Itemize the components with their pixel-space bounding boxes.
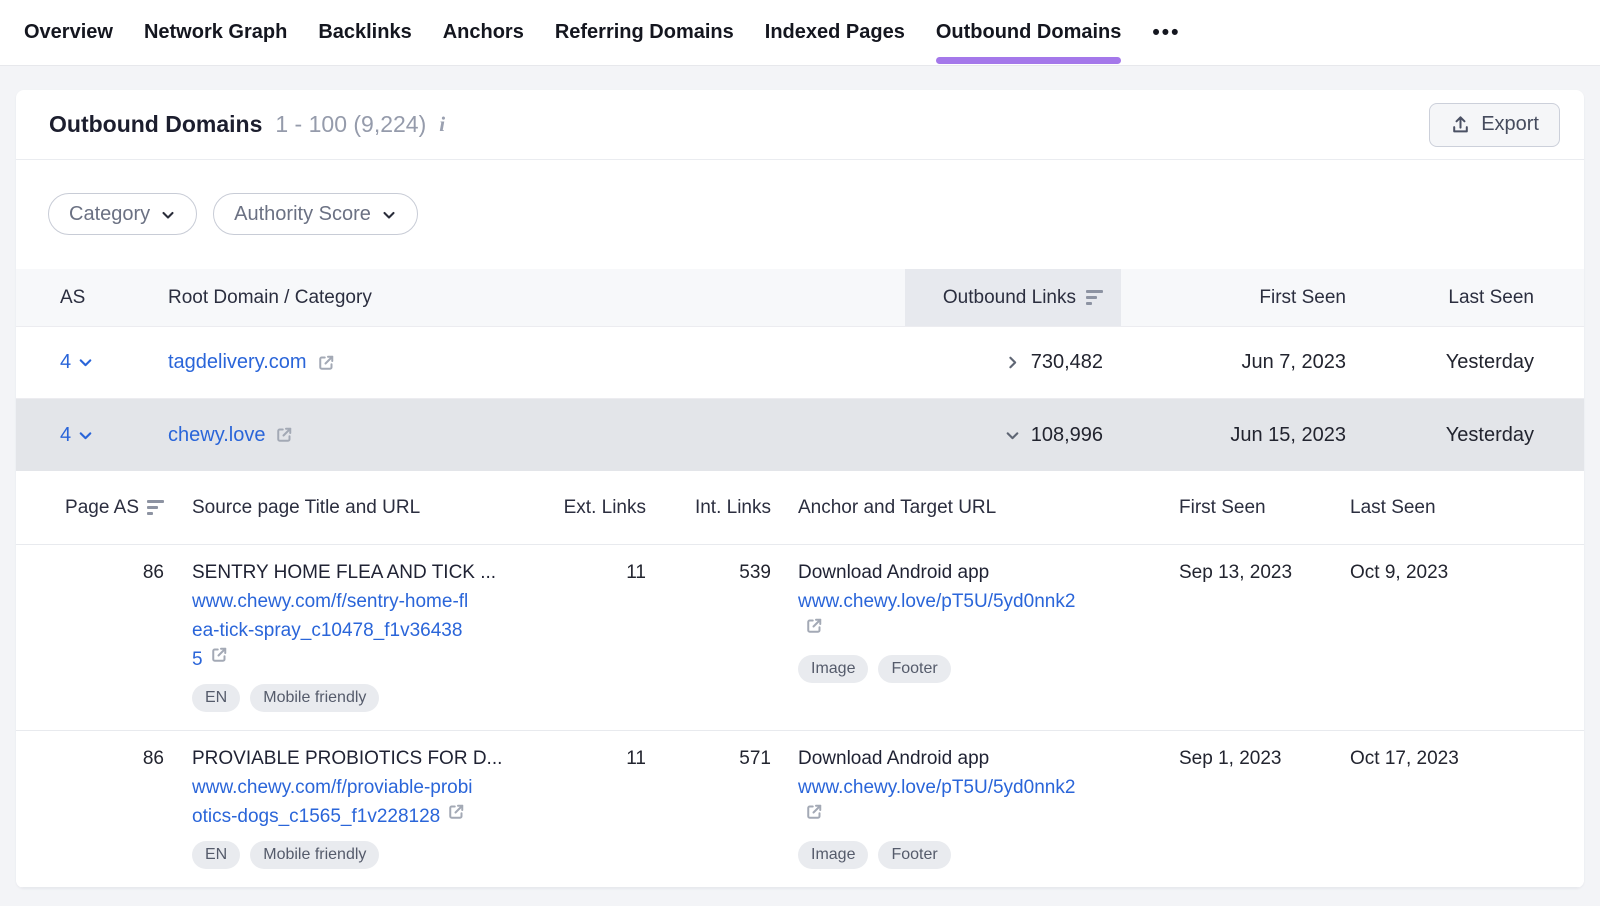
header-int-links: Int. Links (646, 497, 771, 519)
outbound-links-value: 730,482 (1031, 351, 1103, 374)
domain-row-chewy-love: 4 chewy.love 108,996 Jun 15, 2023 Yester… (16, 399, 1584, 471)
page-row-proviable: 86 PROVIABLE PROBIOTICS FOR D... www.che… (16, 731, 1584, 888)
page-title: Outbound Domains (49, 111, 262, 138)
header-outbound-links[interactable]: Outbound Links (905, 269, 1121, 326)
header-page-as-label: Page AS (65, 497, 139, 519)
domain-row-tagdelivery: 4 tagdelivery.com 730,482 Jun 7, 2023 Ye… (16, 327, 1584, 399)
tab-network-graph[interactable]: Network Graph (144, 0, 287, 65)
authority-score-filter-dropdown[interactable]: Authority Score (213, 193, 418, 235)
first-seen-value: Sep 1, 2023 (1179, 745, 1350, 773)
header-anchor-target: Anchor and Target URL (771, 497, 1179, 519)
tab-overview[interactable]: Overview (24, 0, 113, 65)
int-links-value: 539 (646, 559, 771, 587)
mobile-friendly-badge: Mobile friendly (250, 841, 379, 869)
source-url-line[interactable]: www.chewy.com/f/sentry-home-fl (192, 587, 554, 616)
category-filter-label: Category (69, 203, 150, 226)
external-link-icon[interactable] (804, 802, 824, 822)
anchor-text: Download Android app (798, 745, 1179, 773)
source-page-title: SENTRY HOME FLEA AND TICK ... (192, 559, 554, 587)
as-value-link[interactable]: 4 (60, 351, 71, 374)
ext-links-value: 11 (554, 745, 646, 773)
header-outbound-links-label: Outbound Links (943, 287, 1076, 309)
first-seen-value: Sep 13, 2023 (1179, 559, 1350, 587)
outbound-links-value: 108,996 (1031, 424, 1103, 447)
as-value-link[interactable]: 4 (60, 424, 71, 447)
tab-outbound-domains[interactable]: Outbound Domains (936, 0, 1122, 65)
header-source-page: Source page Title and URL (164, 497, 554, 519)
source-url-line-end: 5 (192, 649, 203, 670)
image-badge: Image (798, 655, 868, 683)
category-filter-dropdown[interactable]: Category (48, 193, 197, 235)
source-url-line[interactable]: 5 (192, 645, 554, 674)
external-link-icon[interactable] (209, 645, 229, 665)
source-url-line-end: otics-dogs_c1565_f1v228128 (192, 806, 440, 827)
tab-backlinks[interactable]: Backlinks (318, 0, 411, 65)
chevron-down-icon (381, 207, 397, 223)
external-link-icon[interactable] (804, 616, 824, 636)
footer-badge: Footer (878, 655, 950, 683)
external-link-icon[interactable] (316, 353, 336, 373)
expand-row-chevron-right-icon[interactable] (1004, 354, 1021, 371)
external-link-icon[interactable] (446, 802, 466, 822)
sort-desc-icon (147, 500, 164, 515)
page-as-value: 86 (143, 559, 164, 587)
header-first-seen: First Seen (1179, 497, 1350, 519)
sort-desc-icon (1086, 290, 1103, 305)
as-chevron-down-icon[interactable] (77, 427, 94, 444)
last-seen-value: Yesterday (1346, 424, 1584, 447)
page-as-value: 86 (143, 745, 164, 773)
footer-badge: Footer (878, 841, 950, 869)
header-root-domain: Root Domain / Category (152, 287, 905, 309)
results-range: 1 - 100 (9,224) (275, 111, 426, 138)
first-seen-value: Jun 7, 2023 (1121, 351, 1346, 374)
upload-icon (1450, 114, 1471, 135)
first-seen-value: Jun 15, 2023 (1121, 424, 1346, 447)
source-url-line[interactable]: ea-tick-spray_c10478_f1v36438 (192, 616, 554, 645)
tab-indexed-pages[interactable]: Indexed Pages (765, 0, 905, 65)
int-links-value: 571 (646, 745, 771, 773)
anchor-text: Download Android app (798, 559, 1179, 587)
en-badge: EN (192, 684, 240, 712)
panel-header: Outbound Domains 1 - 100 (9,224) i Expor… (16, 90, 1584, 160)
tab-anchors[interactable]: Anchors (443, 0, 524, 65)
report-tabs-bar: Overview Network Graph Backlinks Anchors… (0, 0, 1600, 66)
ext-links-value: 11 (554, 559, 646, 587)
collapse-row-chevron-down-icon[interactable] (1004, 427, 1021, 444)
source-url-line[interactable]: www.chewy.com/f/proviable-probi (192, 773, 554, 802)
source-url-line[interactable]: otics-dogs_c1565_f1v228128 (192, 802, 554, 831)
info-icon[interactable]: i (439, 112, 445, 137)
chevron-down-icon (160, 207, 176, 223)
image-badge: Image (798, 841, 868, 869)
domains-table-header: AS Root Domain / Category Outbound Links… (16, 269, 1584, 327)
root-domain-link[interactable]: tagdelivery.com (168, 351, 307, 374)
export-button-label: Export (1481, 113, 1539, 136)
page-row-sentry: 86 SENTRY HOME FLEA AND TICK ... www.che… (16, 545, 1584, 731)
authority-score-filter-label: Authority Score (234, 203, 371, 226)
mobile-friendly-badge: Mobile friendly (250, 684, 379, 712)
as-chevron-down-icon[interactable] (77, 354, 94, 371)
outbound-domains-panel: Outbound Domains 1 - 100 (9,224) i Expor… (16, 90, 1584, 888)
external-link-icon[interactable] (274, 425, 294, 445)
header-last-seen: Last Seen (1350, 497, 1584, 519)
last-seen-value: Yesterday (1346, 351, 1584, 374)
export-button[interactable]: Export (1429, 103, 1560, 147)
more-tabs-icon[interactable]: ••• (1152, 0, 1180, 65)
root-domain-link[interactable]: chewy.love (168, 424, 265, 447)
last-seen-value: Oct 17, 2023 (1350, 745, 1584, 773)
source-page-title: PROVIABLE PROBIOTICS FOR D... (192, 745, 554, 773)
en-badge: EN (192, 841, 240, 869)
header-as: AS (16, 287, 152, 309)
pages-table-header: Page AS Source page Title and URL Ext. L… (16, 471, 1584, 545)
last-seen-value: Oct 9, 2023 (1350, 559, 1584, 587)
target-url-link[interactable]: www.chewy.love/pT5U/5yd0nnk2 (798, 773, 1179, 802)
header-ext-links: Ext. Links (554, 497, 646, 519)
header-first-seen: First Seen (1121, 287, 1346, 309)
target-url-link[interactable]: www.chewy.love/pT5U/5yd0nnk2 (798, 587, 1179, 616)
filters-bar: Category Authority Score (16, 160, 1584, 269)
header-last-seen: Last Seen (1346, 287, 1584, 309)
header-page-as[interactable]: Page AS (16, 497, 164, 519)
tab-referring-domains[interactable]: Referring Domains (555, 0, 734, 65)
